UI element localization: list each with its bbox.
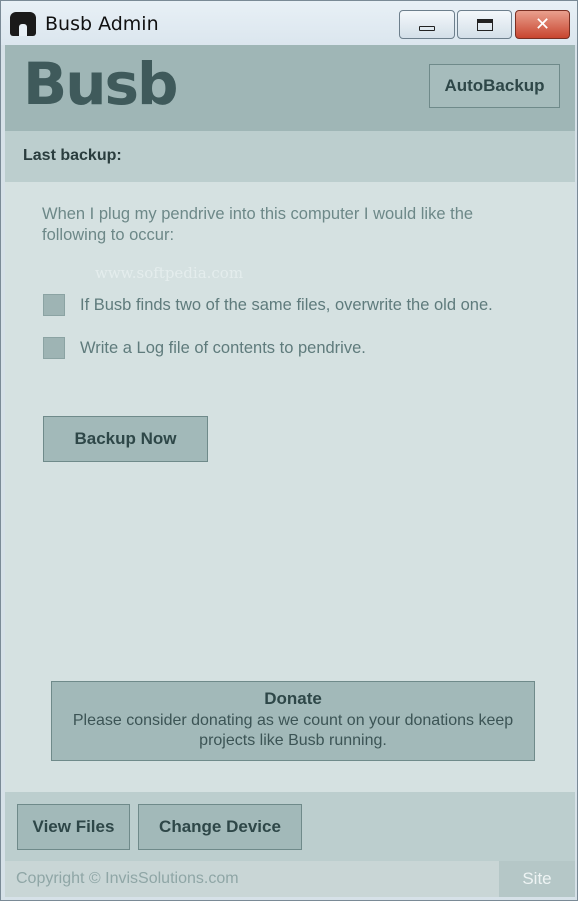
minimize-button[interactable] bbox=[399, 10, 455, 39]
close-icon: ✕ bbox=[534, 14, 551, 35]
maximize-button[interactable] bbox=[457, 10, 512, 39]
donate-button[interactable]: Donate Please consider donating as we co… bbox=[51, 681, 535, 761]
last-backup-label: Last backup: bbox=[23, 147, 122, 164]
view-files-button[interactable]: View Files bbox=[17, 804, 130, 850]
window-title: Busb Admin bbox=[45, 13, 159, 35]
intro-text: When I plug my pendrive into this comput… bbox=[42, 205, 474, 244]
title-bar[interactable]: Busb Admin ✕ bbox=[1, 1, 577, 45]
watermark: www.softpedia.com bbox=[95, 264, 244, 282]
log-label[interactable]: Write a Log file of contents to pendrive… bbox=[80, 339, 366, 358]
maximize-icon bbox=[476, 18, 493, 31]
app-icon bbox=[10, 12, 36, 36]
site-link[interactable]: Site bbox=[499, 861, 575, 897]
minimize-icon bbox=[419, 26, 435, 31]
option-overwrite-row[interactable]: If Busb finds two of the same files, ove… bbox=[43, 293, 493, 317]
log-checkbox[interactable] bbox=[43, 337, 65, 359]
busb-logo: Busb bbox=[23, 50, 179, 118]
donate-title: Donate bbox=[264, 689, 322, 708]
bottom-bar: View Files Change Device bbox=[5, 792, 575, 861]
app-window: Busb Admin ✕ Busb AutoBackup Last backup… bbox=[0, 0, 578, 901]
change-device-button[interactable]: Change Device bbox=[138, 804, 302, 850]
footer: Copyright © InvisSolutions.com Site bbox=[5, 861, 575, 897]
option-log-row[interactable]: Write a Log file of contents to pendrive… bbox=[43, 336, 366, 360]
backup-now-button[interactable]: Backup Now bbox=[43, 416, 208, 462]
copyright-text: Copyright © InvisSolutions.com bbox=[16, 870, 239, 887]
last-backup-bar: Last backup: bbox=[5, 131, 575, 182]
header: Busb AutoBackup bbox=[5, 45, 575, 131]
overwrite-label[interactable]: If Busb finds two of the same files, ove… bbox=[80, 296, 493, 315]
overwrite-checkbox[interactable] bbox=[43, 294, 65, 316]
donate-body: Please consider donating as we count on … bbox=[72, 712, 514, 749]
main-panel: When I plug my pendrive into this comput… bbox=[5, 182, 575, 792]
autobackup-button[interactable]: AutoBackup bbox=[429, 64, 560, 108]
close-button[interactable]: ✕ bbox=[515, 10, 570, 39]
